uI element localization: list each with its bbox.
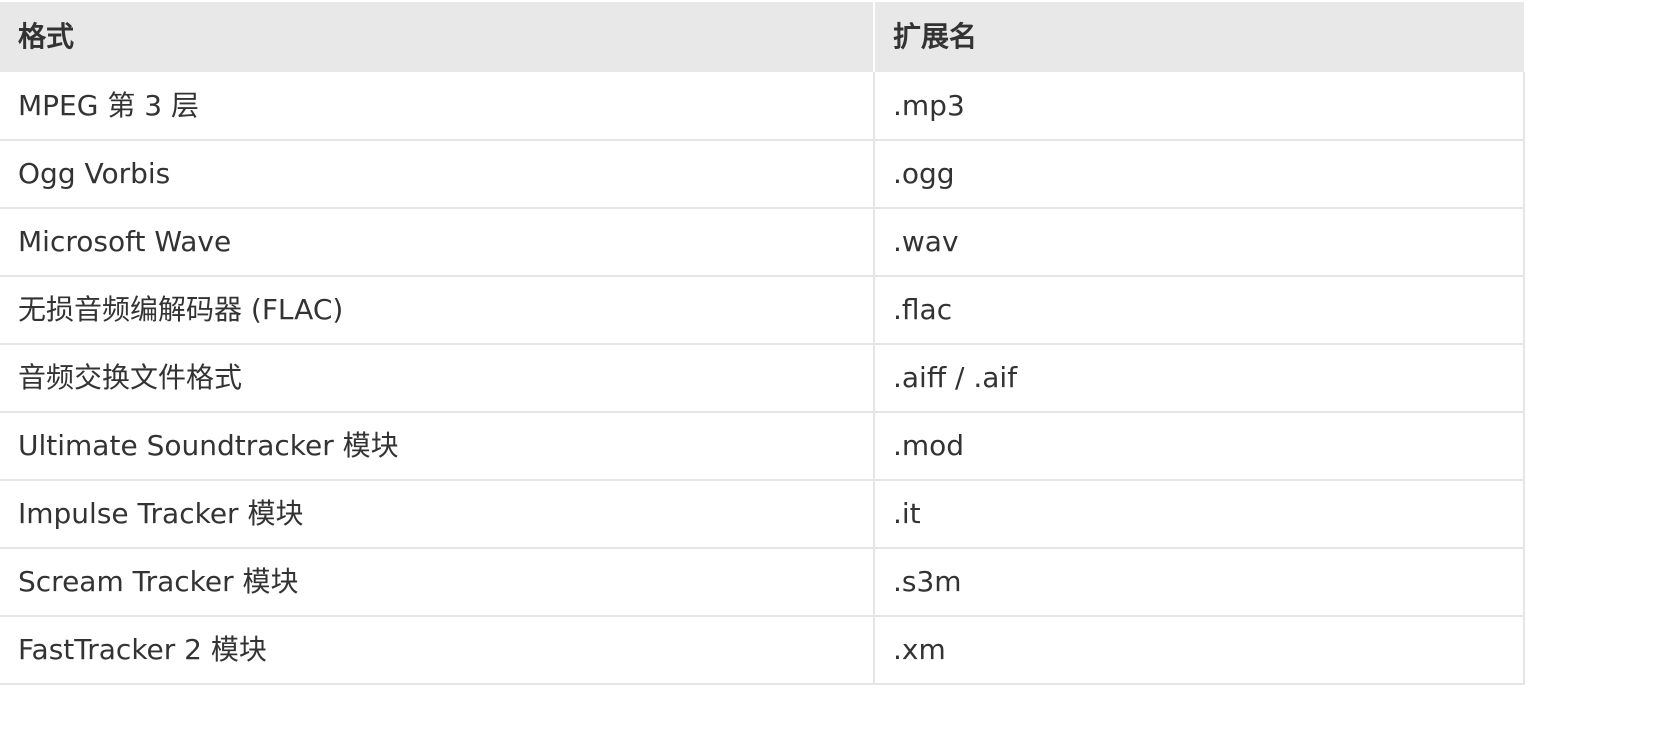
cell-extension: .flac <box>874 276 1525 344</box>
cell-format: 无损音频编解码器 (FLAC) <box>0 276 875 344</box>
table-row: Ogg Vorbis .ogg <box>0 140 1525 208</box>
cell-format: Microsoft Wave <box>0 208 875 276</box>
cell-format: 音频交换文件格式 <box>0 344 875 412</box>
table-row: Ultimate Soundtracker 模块 .mod <box>0 412 1525 480</box>
cell-format: Ultimate Soundtracker 模块 <box>0 412 875 480</box>
cell-extension: .it <box>874 480 1525 548</box>
cell-format: Scream Tracker 模块 <box>0 548 875 616</box>
header-extension: 扩展名 <box>893 20 978 53</box>
table-row: Microsoft Wave .wav <box>0 208 1525 276</box>
table-row: 音频交换文件格式 .aiff / .aif <box>0 344 1525 412</box>
cell-format: Impulse Tracker 模块 <box>0 480 875 548</box>
table-header: 格式 扩展名 <box>0 2 1524 72</box>
cell-extension: .s3m <box>874 548 1525 616</box>
table-row: Impulse Tracker 模块 .it <box>0 480 1525 548</box>
cell-extension: .aiff / .aif <box>874 344 1525 412</box>
cell-extension: .xm <box>874 616 1525 684</box>
cell-extension: .mod <box>874 412 1525 480</box>
cell-format: MPEG 第 3 层 <box>0 72 875 140</box>
header-row: 格式 扩展名 <box>0 2 1524 72</box>
audio-format-table-container: 格式 扩展名 MPEG 第 3 层 .mp3 Ogg Vorbis .ogg M… <box>0 2 1525 685</box>
header-format: 格式 <box>0 2 875 72</box>
table-row: FastTracker 2 模块 .xm <box>0 616 1525 684</box>
table-body: MPEG 第 3 层 .mp3 Ogg Vorbis .ogg Microsof… <box>0 72 1525 684</box>
cell-extension: .mp3 <box>874 72 1525 140</box>
cell-format: FastTracker 2 模块 <box>0 616 875 684</box>
table-row: MPEG 第 3 层 .mp3 <box>0 72 1525 140</box>
cell-format: Ogg Vorbis <box>0 140 875 208</box>
audio-format-table: 格式 扩展名 MPEG 第 3 层 .mp3 Ogg Vorbis .ogg M… <box>0 2 1525 685</box>
table-row: Scream Tracker 模块 .s3m <box>0 548 1525 616</box>
table-row: 无损音频编解码器 (FLAC) .flac <box>0 276 1525 344</box>
cell-extension: .ogg <box>874 140 1525 208</box>
cell-extension: .wav <box>874 208 1525 276</box>
